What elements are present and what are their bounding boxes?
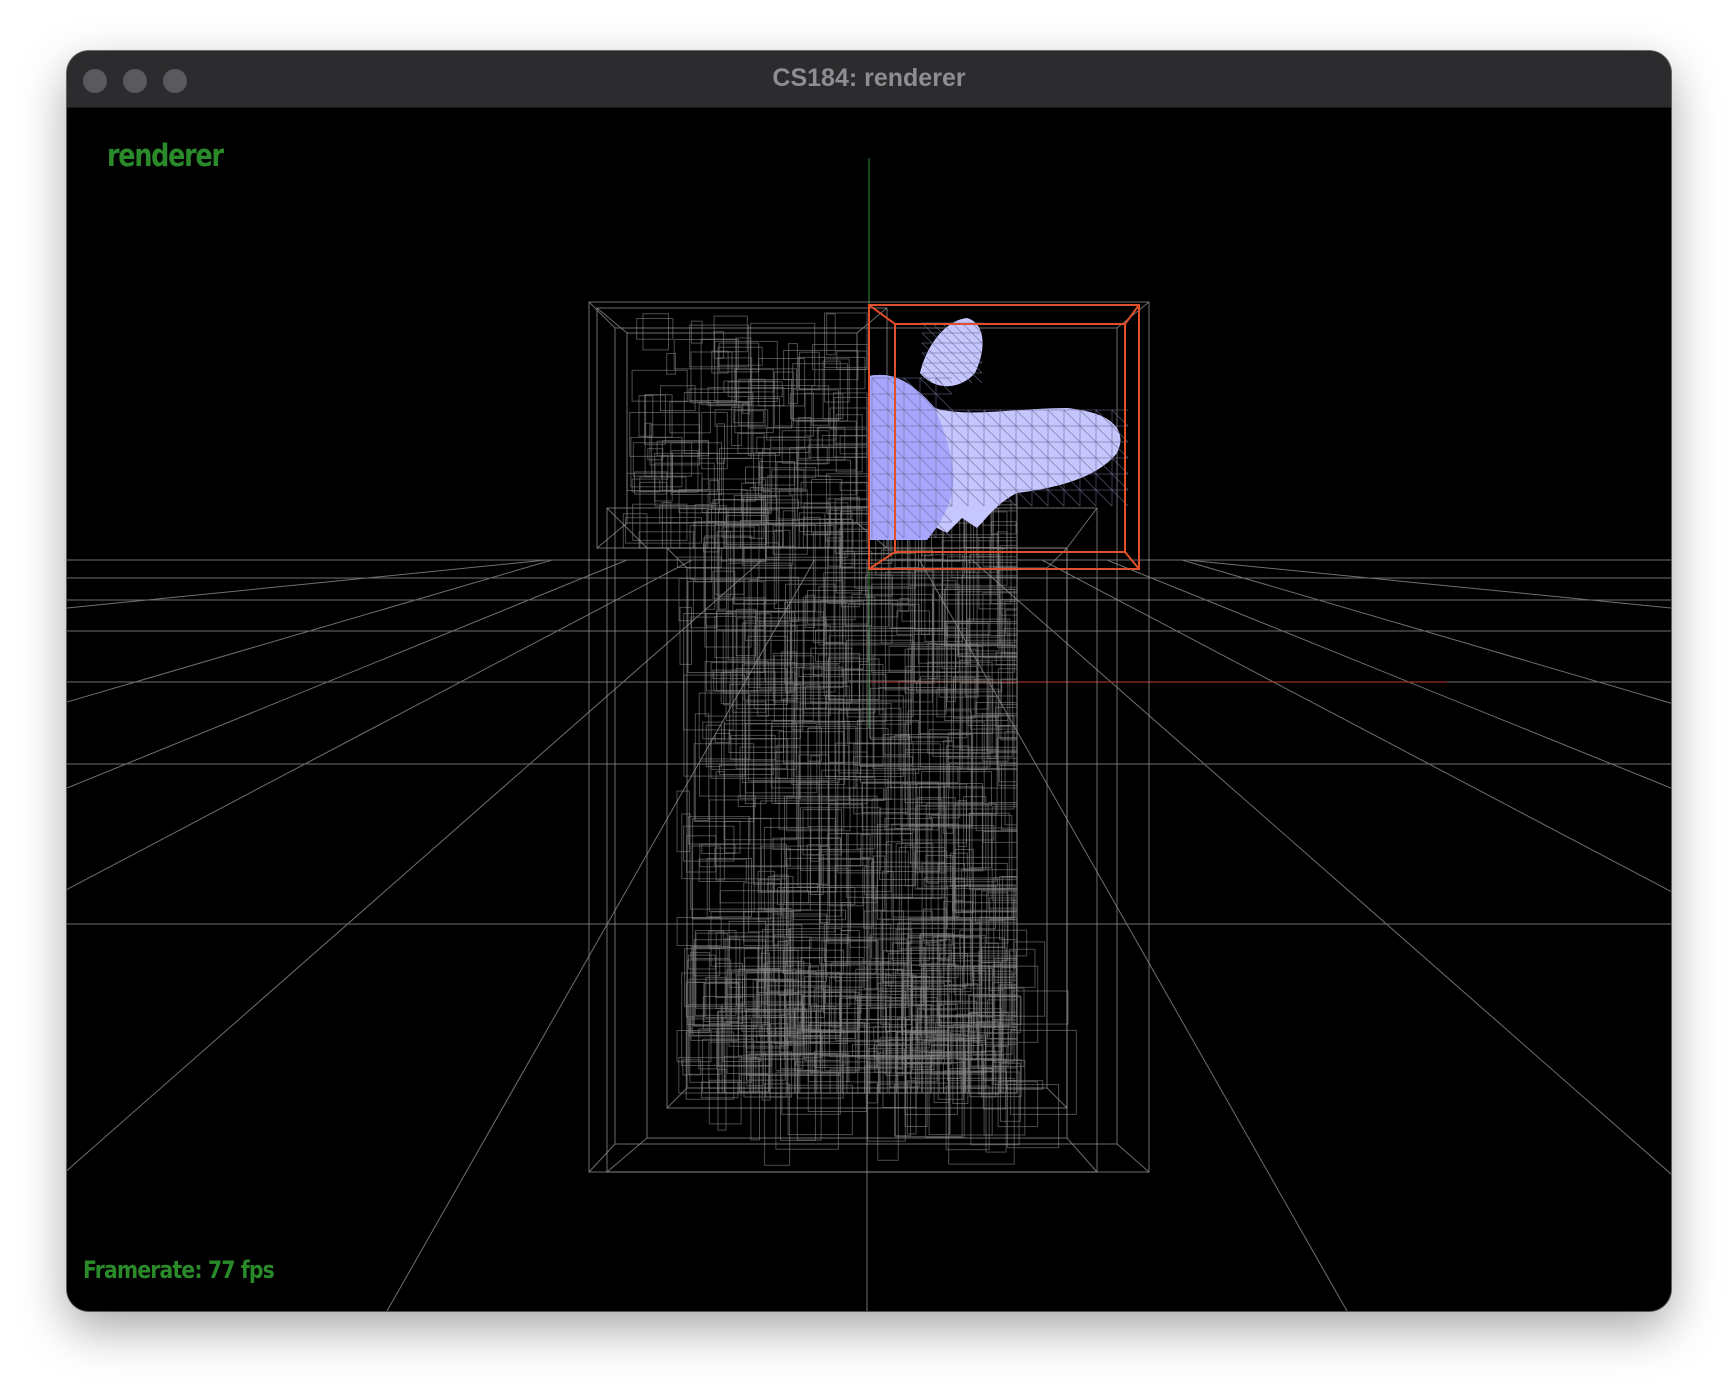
- bvh-box: [714, 733, 731, 744]
- bvh-box: [728, 920, 766, 988]
- bvh-box: [737, 795, 756, 808]
- bvh-box: [817, 426, 868, 477]
- bvh-box: [714, 499, 763, 549]
- framerate-readout: Framerate: 77 fps: [83, 1256, 275, 1284]
- bvh-box: [1009, 948, 1036, 988]
- bvh-box: [629, 412, 700, 457]
- bvh-box: [712, 669, 748, 680]
- bvh-box: [991, 511, 1008, 550]
- render-viewport[interactable]: renderer Framerate: 77 fps: [67, 108, 1671, 1311]
- grid-line: [67, 559, 628, 789]
- bvh-box: [700, 1081, 739, 1099]
- bvh-box: [789, 447, 857, 496]
- bvh-box: [642, 313, 669, 351]
- bvh-box: [788, 928, 842, 1038]
- bvh-box: [796, 446, 828, 465]
- grid-line: [67, 559, 693, 890]
- bvh-box: [727, 509, 780, 560]
- bvh-box: [792, 363, 849, 422]
- bvh-box: [964, 639, 1018, 697]
- bvh-box: [679, 606, 692, 665]
- bvh-box: [836, 350, 868, 370]
- bvh-box: [706, 858, 753, 918]
- bvh-box: [786, 867, 849, 967]
- bvh-box: [732, 524, 767, 605]
- bvh-box: [669, 401, 711, 434]
- bvh-box: [921, 771, 992, 807]
- title-bar[interactable]: CS184: renderer: [67, 51, 1671, 108]
- grid-line: [1186, 559, 1671, 609]
- window-title: CS184: renderer: [772, 64, 966, 92]
- bvh-box: [912, 988, 925, 1006]
- bvh-box: [1013, 941, 1046, 1017]
- bvh-box: [636, 318, 674, 340]
- bvh-box: [783, 349, 859, 381]
- bvh-box: [672, 452, 718, 492]
- bvh-box: [798, 356, 866, 390]
- bvh-box: [830, 962, 906, 1028]
- bvh-box: [1000, 678, 1018, 741]
- bvh-box: [839, 482, 868, 491]
- bvh-box: [741, 622, 792, 680]
- bvh-box: [915, 805, 946, 874]
- bvh-box: [698, 858, 747, 883]
- bvh-box: [826, 313, 836, 356]
- bvh-box: [688, 388, 738, 401]
- scene-canvas[interactable]: [67, 108, 1671, 1311]
- bvh-box: [714, 847, 791, 867]
- grid-line: [67, 559, 763, 1172]
- bvh-box: [941, 580, 957, 670]
- bvh-box: [810, 755, 821, 862]
- grid-line: [67, 559, 548, 609]
- bvh-box: [748, 379, 792, 429]
- app-label: renderer: [107, 138, 224, 174]
- bvh-box: [1004, 731, 1018, 826]
- bvh-box: [828, 804, 864, 907]
- bvh-box: [766, 427, 837, 441]
- bvh-box: [770, 436, 806, 449]
- grid-line: [1041, 559, 1671, 893]
- bvh-box: [631, 478, 661, 493]
- bvh-box: [717, 346, 763, 366]
- grid-line: [1106, 559, 1671, 789]
- bvh-box: [673, 339, 739, 370]
- renderer-window: CS184: renderer renderer Framerate: 77 f…: [67, 51, 1671, 1311]
- bvh-box: [945, 586, 1018, 646]
- bvh-box: [654, 462, 715, 507]
- selected-mesh-part: [869, 318, 1129, 540]
- bvh-box: [805, 685, 850, 709]
- bvh-box: [716, 423, 725, 464]
